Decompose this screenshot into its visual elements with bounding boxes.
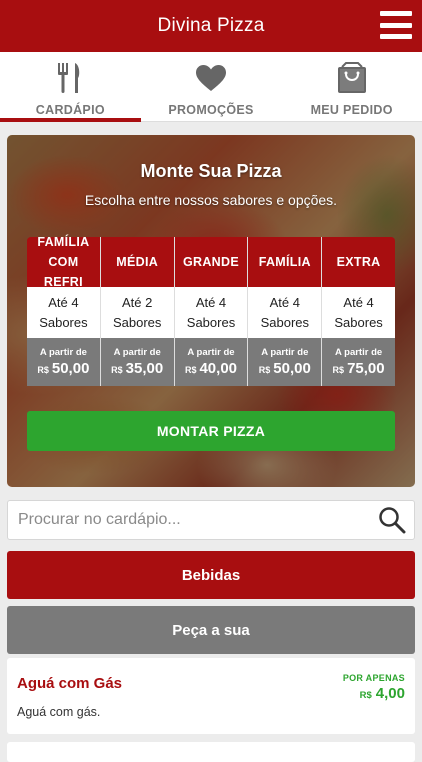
size-flavors: Até 2 Sabores [100,287,174,338]
category-bebidas-button[interactable]: Bebidas [7,551,415,599]
size-option-media[interactable]: MÉDIA Até 2 Sabores A partir de R$ 35,00 [100,237,175,386]
build-pizza-banner: Monte Sua Pizza Escolha entre nossos sab… [7,135,415,487]
size-option-grande[interactable]: GRANDE Até 4 Sabores A partir de R$ 40,00 [174,237,249,386]
search-input[interactable] [18,511,370,529]
size-price: A partir de R$ 50,00 [27,338,100,386]
size-flavors: Até 4 Sabores [322,287,395,338]
menu-item[interactable] [7,742,415,762]
size-name: EXTRA [322,237,395,287]
tab-cardapio[interactable]: CARDÁPIO [0,52,141,122]
size-name: MÉDIA [100,237,174,287]
menu-item[interactable]: Aguá com Gás Aguá com gás. POR APENAS R$… [7,658,415,734]
shopping-bag-icon [334,61,370,95]
item-price-label: POR APENAS [342,673,405,683]
item-name: Aguá com Gás [17,675,123,692]
banner-title: Monte Sua Pizza [140,161,282,181]
size-name: GRANDE [174,237,248,287]
banner-subtitle: Escolha entre nossos sabores e opções. [84,192,338,208]
pizza-size-table: FAMÍLIA COM REFRI Até 4 Sabores A partir d… [27,235,395,386]
search-icon[interactable] [370,501,414,539]
size-flavors: Até 4 Sabores [174,287,248,338]
size-flavors: Até 4 Sabores [27,287,100,338]
size-option-familia-com-refri[interactable]: FAMÍLIA COM REFRI Até 4 Sabores A partir d… [27,235,101,386]
size-price: A partir de R$ 35,00 [100,338,174,386]
tab-label: PROMOÇÕES [168,103,254,117]
build-pizza-button[interactable]: MONTAR PIZZA [27,411,395,451]
size-price: A partir de R$ 40,00 [174,338,248,386]
tab-label: MEU PEDIDO [310,103,393,117]
size-flavors: Até 4 Sabores [248,287,322,338]
main-tabs: CARDÁPIO PROMOÇÕES MEU PEDIDO [0,52,422,122]
tab-label: CARDÁPIO [35,103,105,117]
size-price: A partir de R$ 50,00 [248,338,322,386]
size-name: FAMÍLIA COM REFRI [27,235,100,289]
size-name: FAMÍLIA [248,237,322,287]
fork-knife-icon [52,61,88,95]
item-price: R$ 4,00 [359,685,405,702]
tab-meu-pedido[interactable]: MEU PEDIDO [281,52,422,121]
menu-search-bar [7,500,415,540]
app-header: Divina Pizza [0,0,422,52]
category-peca-a-sua-button[interactable]: Peça a sua [7,606,415,654]
tab-promocoes[interactable]: PROMOÇÕES [141,52,282,121]
hamburger-menu-icon[interactable] [380,11,412,39]
size-option-familia[interactable]: FAMÍLIA Até 4 Sabores A partir de R$ 50,00 [248,237,323,386]
item-description: Aguá com gás. [17,705,101,719]
size-price: A partir de R$ 75,00 [322,338,395,386]
heart-icon [193,61,229,95]
size-option-extra[interactable]: EXTRA Até 4 Sabores A partir de R$ 75,00 [322,237,395,386]
app-title: Divina Pizza [157,15,265,36]
